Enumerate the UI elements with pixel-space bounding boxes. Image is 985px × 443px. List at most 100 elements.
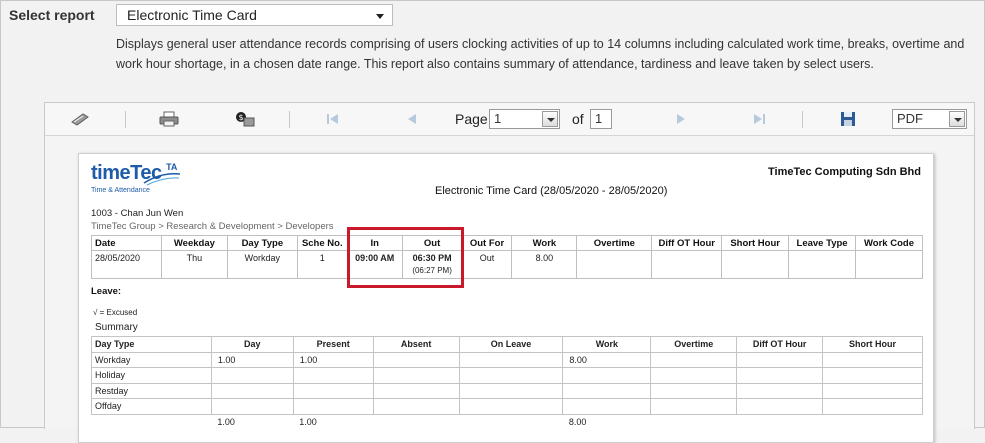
cell-on-leave <box>458 398 564 415</box>
column-header: Day <box>210 336 294 353</box>
export-icon[interactable]: $ <box>234 111 256 127</box>
cell-short-hour <box>822 351 923 368</box>
column-header: Work <box>511 235 578 251</box>
cell-diff-ot <box>736 398 824 415</box>
chevron-down-icon[interactable] <box>949 111 965 127</box>
table-row: 28/05/2020 Thu Workday 1 09:00 AM 06:30 … <box>91 250 923 279</box>
cell-present <box>292 382 374 399</box>
column-header: Short Hour <box>721 235 790 251</box>
cell-present <box>292 367 374 384</box>
column-header: Out For <box>461 235 513 251</box>
cell-present: 1.00 <box>292 351 374 368</box>
timetec-logo: timeTec TA Time & Attendance <box>91 162 181 194</box>
cell-overtime <box>576 250 653 279</box>
attendance-header-row: Date Weekday Day Type Sche No. In Out Ou… <box>91 235 923 251</box>
summary-table: Day Type Day Present Absent On Leave Wor… <box>91 336 923 430</box>
viewer-toolbar: $ Page 1 of 1 PDF <box>45 103 974 136</box>
cell-day <box>210 367 294 384</box>
cell-overtime <box>650 398 738 415</box>
cell-day: 1.00 <box>210 351 294 368</box>
column-header: Work Code <box>855 235 923 251</box>
summary-label: Summary <box>95 322 138 333</box>
cell-work: 8.00 <box>562 351 652 368</box>
page-number-select[interactable]: 1 <box>489 109 560 129</box>
cell-diff-ot <box>736 382 824 399</box>
column-header: Diff OT Hour <box>736 336 824 353</box>
cell-short-hour <box>822 382 923 399</box>
document-area: timeTec TA Time & Attendance TimeTec Com… <box>45 137 974 443</box>
column-header: Diff OT Hour <box>651 235 723 251</box>
report-page: timeTec TA Time & Attendance TimeTec Com… <box>78 153 934 443</box>
report-type-select[interactable]: Electronic Time Card <box>116 4 393 26</box>
cell-work <box>562 367 652 384</box>
report-description: Displays general user attendance records… <box>116 37 965 71</box>
export-format-value: PDF <box>897 111 923 126</box>
cell-day-type: Restday <box>91 382 212 399</box>
print-icon[interactable] <box>158 111 180 127</box>
table-row: Restday <box>91 382 923 399</box>
company-name: TimeTec Computing Sdn Bhd <box>768 166 921 178</box>
excused-legend: √ = Excused <box>93 308 138 317</box>
column-header: Absent <box>372 336 460 353</box>
last-page-icon[interactable] <box>751 111 767 127</box>
cell-total-present: 1.00 <box>293 413 374 430</box>
cell-day <box>210 382 294 399</box>
cell-leave-type <box>788 250 857 279</box>
save-icon[interactable] <box>840 111 856 127</box>
cell-day <box>210 398 294 415</box>
report-viewer: $ Page 1 of 1 PDF timeTec TA Time & Atte… <box>44 102 975 443</box>
cell-absent <box>372 367 460 384</box>
attendance-table: Date Weekday Day Type Sche No. In Out Ou… <box>91 235 923 279</box>
summary-header-row: Day Type Day Present Absent On Leave Wor… <box>91 336 923 353</box>
cell-total-label <box>91 413 212 430</box>
prev-page-icon[interactable] <box>404 111 420 127</box>
column-header: Overtime <box>650 336 738 353</box>
refresh-icon[interactable] <box>69 111 91 127</box>
cell-total-absent <box>373 413 460 430</box>
in-out-highlight-box <box>347 227 464 288</box>
cell-work <box>562 382 652 399</box>
toolbar-separator <box>289 111 290 128</box>
column-header: On Leave <box>458 336 564 353</box>
toolbar-separator <box>125 111 126 128</box>
column-header: Present <box>292 336 374 353</box>
cell-on-leave <box>458 351 564 368</box>
chevron-down-icon <box>376 14 384 19</box>
cell-day-type: Offday <box>91 398 212 415</box>
cell-diff-ot <box>736 367 824 384</box>
cell-short-hour <box>721 250 790 279</box>
column-header: Date <box>91 235 162 251</box>
of-label: of <box>572 111 584 127</box>
cell-diff-ot <box>651 250 723 279</box>
chevron-down-icon[interactable] <box>542 111 558 127</box>
cell-day-type: Holiday <box>91 367 212 384</box>
cell-on-leave <box>458 367 564 384</box>
logo-subtitle: Time & Attendance <box>91 187 150 194</box>
column-header: Day Type <box>91 336 212 353</box>
cell-out-for: Out <box>461 250 513 279</box>
export-format-select[interactable]: PDF <box>892 109 967 129</box>
summary-total-row: 1.00 1.00 8.00 <box>91 413 923 430</box>
next-page-icon[interactable] <box>673 111 689 127</box>
cell-overtime <box>650 351 738 368</box>
toolbar-separator <box>802 111 803 128</box>
cell-work: 8.00 <box>511 250 578 279</box>
cell-short-hour <box>822 398 923 415</box>
total-pages: 1 <box>590 109 612 129</box>
cell-overtime <box>650 367 738 384</box>
report-title: Electronic Time Card (28/05/2020 - 28/05… <box>435 185 668 197</box>
first-page-icon[interactable] <box>325 111 341 127</box>
table-row: Offday <box>91 398 923 415</box>
column-header: Weekday <box>160 235 228 251</box>
cell-short-hour <box>822 367 923 384</box>
cell-day-type: Workday <box>91 351 212 368</box>
select-report-label: Select report <box>9 7 95 23</box>
page-number-value: 1 <box>494 111 502 126</box>
svg-text:$: $ <box>239 113 244 122</box>
report-type-value: Electronic Time Card <box>127 7 257 23</box>
table-row: Holiday <box>91 367 923 384</box>
cell-total-diff-ot <box>736 413 823 430</box>
column-header: Day Type <box>226 235 298 251</box>
column-header: Short Hour <box>822 336 923 353</box>
cell-total-on-leave <box>459 413 563 430</box>
